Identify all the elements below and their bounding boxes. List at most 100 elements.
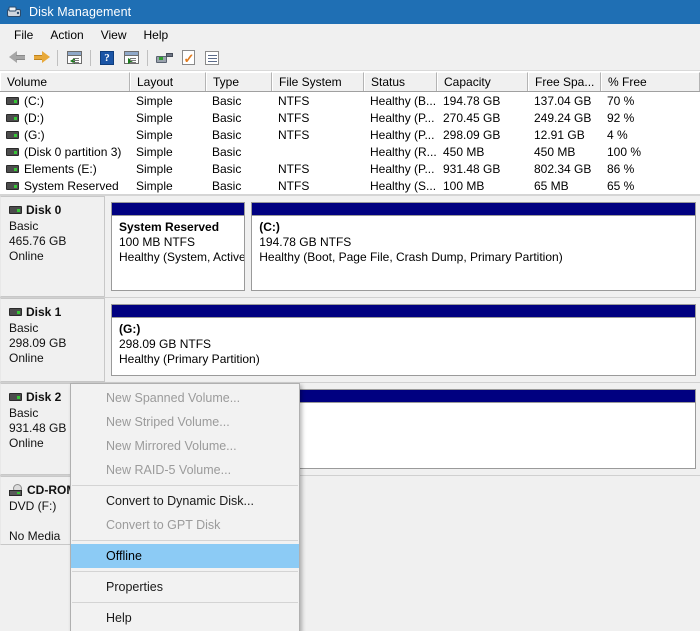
cell-file-system: NTFS [278, 161, 310, 176]
partition-size: 194.78 GB NTFS [259, 235, 352, 249]
partition-c-drive[interactable]: (C:) 194.78 GB NTFS Healthy (Boot, Page … [251, 202, 696, 291]
menu-item-properties[interactable]: Properties [71, 575, 299, 599]
menu-item-new-spanned-volume[interactable]: New Spanned Volume... [71, 386, 299, 410]
menu-action[interactable]: Action [42, 26, 92, 44]
cell-volume-label: Elements (E:) [24, 161, 97, 176]
partition-status: Healthy (System, Active, Primary Partiti [119, 250, 244, 264]
cell-layout: Simple [136, 178, 173, 193]
cell-layout: Simple [136, 161, 173, 176]
partition-body: System Reserved 100 MB NTFS Healthy (Sys… [112, 216, 244, 265]
volume-icon [6, 147, 19, 156]
partition-name: (G:) [119, 322, 141, 336]
disk-row-disk-0[interactable]: Disk 0 Basic 465.76 GB Online System Res… [0, 196, 700, 297]
cell-layout: Simple [136, 144, 173, 159]
cell-type: Basic [212, 144, 242, 159]
toolbar-separator [90, 49, 91, 66]
action-menu-button[interactable] [119, 47, 143, 69]
properties-button[interactable]: ✓ [176, 47, 200, 69]
cell-type: Basic [212, 127, 242, 142]
column-header-type[interactable]: Type [206, 72, 272, 91]
cell-capacity: 270.45 GB [443, 110, 501, 125]
partition-color-bar [112, 203, 245, 216]
console-tree-icon [66, 51, 82, 64]
column-header-free-space[interactable]: Free Spa... [528, 72, 601, 91]
cdrom-name: CD-ROM [27, 483, 77, 497]
partition-system-reserved[interactable]: System Reserved 100 MB NTFS Healthy (Sys… [111, 202, 246, 291]
cell-type: Basic [212, 161, 242, 176]
cell-file-system [272, 143, 364, 160]
partition-size: 298.09 GB NTFS [119, 337, 212, 351]
disk-name: Disk 2 [26, 390, 62, 404]
table-row[interactable]: System Reserved Simple Basic NTFS Health… [0, 177, 700, 194]
menu-item-convert-to-gpt-disk[interactable]: Convert to GPT Disk [71, 513, 299, 537]
menu-help[interactable]: Help [136, 26, 178, 44]
toolbar-separator [57, 49, 58, 66]
menu-file[interactable]: File [6, 26, 42, 44]
show-hide-console-tree-button[interactable] [62, 47, 86, 69]
cell-file-system: NTFS [278, 110, 310, 125]
menu-item-new-raid5-volume[interactable]: New RAID-5 Volume... [71, 458, 299, 482]
menu-item-convert-to-dynamic-disk[interactable]: Convert to Dynamic Disk... [71, 489, 299, 513]
cell-percent-free: 4 % [607, 127, 628, 142]
action-window-icon [123, 51, 139, 64]
cell-percent-free: 92 % [607, 110, 635, 125]
disk-info-disk-0[interactable]: Disk 0 Basic 465.76 GB Online [0, 196, 105, 297]
column-header-percent-free[interactable]: % Free [601, 72, 700, 91]
menu-item-new-mirrored-volume[interactable]: New Mirrored Volume... [71, 434, 299, 458]
disk-type: Basic [9, 219, 39, 233]
volume-list-rows: (C:) Simple Basic NTFS Healthy (B... 194… [0, 92, 700, 194]
disk-drive-icon [155, 52, 173, 63]
table-row[interactable]: Elements (E:) Simple Basic NTFS Healthy … [0, 160, 700, 177]
disk-drive-icon [9, 308, 22, 316]
partition-status: Healthy (Primary Partition) [119, 352, 260, 366]
table-row[interactable]: (Disk 0 partition 3) Simple Basic Health… [0, 143, 700, 160]
cell-free-space: 802.34 GB [534, 161, 592, 176]
disk-row-disk-1[interactable]: Disk 1 Basic 298.09 GB Online (G:) 298.0… [0, 297, 700, 382]
cell-type: Basic [212, 178, 242, 193]
partition-size: 100 MB NTFS [119, 235, 196, 249]
forward-button[interactable] [29, 47, 53, 69]
disk-partitions-disk-0: System Reserved 100 MB NTFS Healthy (Sys… [105, 196, 700, 297]
list-view-button[interactable] [200, 47, 224, 69]
column-header-status[interactable]: Status [364, 72, 437, 91]
menu-item-help[interactable]: Help [71, 606, 299, 630]
table-row[interactable]: (D:) Simple Basic NTFS Healthy (P... 270… [0, 109, 700, 126]
cell-volume: (C:) [0, 92, 130, 109]
table-row[interactable]: (C:) Simple Basic NTFS Healthy (B... 194… [0, 92, 700, 109]
cell-capacity: 194.78 GB [443, 93, 501, 108]
column-header-layout[interactable]: Layout [130, 72, 206, 91]
help-button[interactable]: ? [95, 47, 119, 69]
menu-separator [72, 571, 298, 572]
cell-file-system: NTFS [278, 127, 310, 142]
partition-color-bar [112, 305, 695, 318]
menu-item-new-striped-volume[interactable]: New Striped Volume... [71, 410, 299, 434]
column-header-volume[interactable]: Volume [0, 72, 130, 91]
cell-volume: (G:) [0, 126, 130, 143]
menu-view[interactable]: View [93, 26, 136, 44]
table-row[interactable]: (G:) Simple Basic NTFS Healthy (P... 298… [0, 126, 700, 143]
cell-file-system: NTFS [278, 93, 310, 108]
disk-state: Online [9, 351, 44, 365]
rescan-disks-button[interactable] [152, 47, 176, 69]
cell-percent-free: 100 % [607, 144, 642, 159]
volume-list-header: Volume Layout Type File System Status Ca… [0, 72, 700, 92]
disk-info-disk-1[interactable]: Disk 1 Basic 298.09 GB Online [0, 298, 105, 382]
partition-g-drive[interactable]: (G:) 298.09 GB NTFS Healthy (Primary Par… [111, 304, 696, 376]
back-button[interactable] [5, 47, 29, 69]
menu-item-offline[interactable]: Offline [71, 544, 299, 568]
window-title: Disk Management [29, 5, 132, 19]
column-header-capacity[interactable]: Capacity [437, 72, 528, 91]
forward-arrow-icon [33, 51, 50, 64]
cell-type: Basic [212, 110, 242, 125]
cell-status: Healthy (P... [370, 110, 435, 125]
cell-percent-free: 86 % [607, 161, 635, 176]
volume-icon [6, 130, 19, 139]
partition-body: (C:) 194.78 GB NTFS Healthy (Boot, Page … [252, 216, 695, 265]
column-header-file-system[interactable]: File System [272, 72, 364, 91]
disk-name: Disk 1 [26, 305, 62, 319]
partition-name: (C:) [259, 220, 280, 234]
disk-state: Online [9, 249, 44, 263]
disk-drive-icon [9, 393, 22, 401]
cell-capacity: 931.48 GB [443, 161, 501, 176]
partition-body: (G:) 298.09 GB NTFS Healthy (Primary Par… [112, 318, 695, 367]
